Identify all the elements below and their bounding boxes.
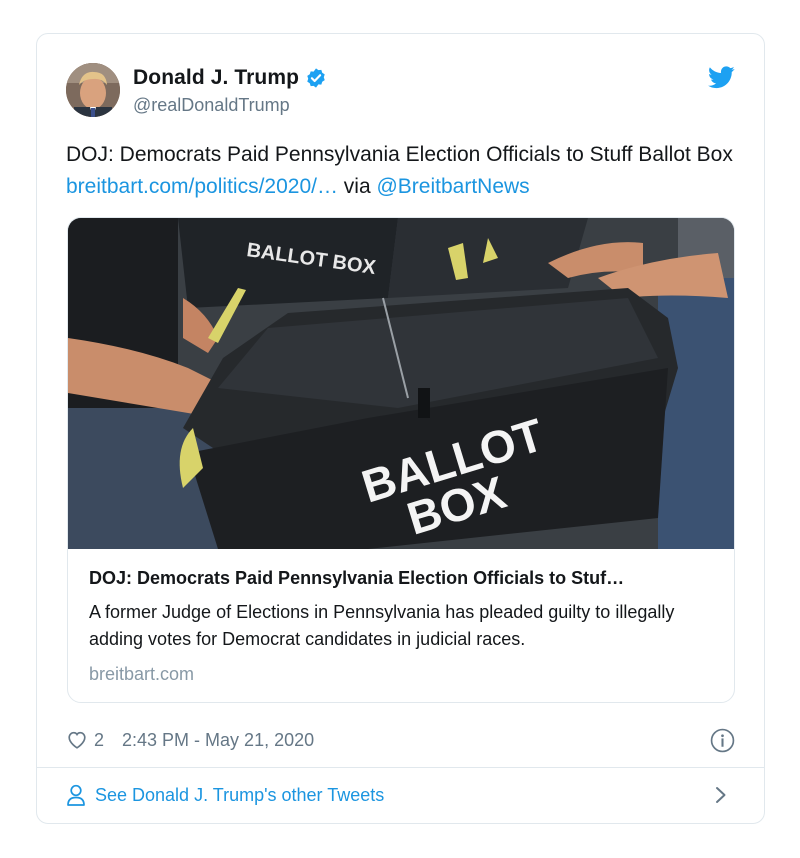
card-domain: breitbart.com: [89, 664, 195, 684]
card-image: BALLOT BOX BALLOT BOX: [68, 218, 734, 549]
see-other-tweets-link[interactable]: See Donald J. Trump's other Tweets: [66, 780, 735, 810]
author-info: Donald J. Trump @realDonaldTrump: [133, 66, 327, 116]
info-icon[interactable]: [710, 728, 735, 753]
display-name[interactable]: Donald J. Trump: [133, 66, 299, 90]
tweet-header: Donald J. Trump @realDonaldTrump: [66, 63, 735, 119]
article-link[interactable]: breitbart.com/politics/2020/…: [66, 175, 338, 198]
tweet-text: DOJ: Democrats Paid Pennsylvania Electio…: [66, 139, 736, 203]
heart-icon[interactable]: [66, 729, 88, 751]
avatar[interactable]: [66, 63, 120, 117]
handle[interactable]: @realDonaldTrump: [133, 95, 327, 116]
person-icon: [67, 784, 85, 806]
verified-badge-icon: [307, 68, 325, 88]
card-description: A former Judge of Elections in Pennsylva…: [89, 602, 675, 649]
via-text: via: [337, 175, 377, 198]
twitter-bird-icon[interactable]: [708, 66, 735, 89]
tweet-meta: 2 2:43 PM - May 21, 2020: [66, 726, 735, 754]
name-row: Donald J. Trump: [133, 66, 327, 90]
divider: [37, 767, 764, 768]
tweet-body: DOJ: Democrats Paid Pennsylvania Electio…: [66, 143, 733, 166]
mention-link[interactable]: @BreitbartNews: [376, 175, 529, 198]
timestamp[interactable]: 2:43 PM - May 21, 2020: [122, 730, 314, 751]
like-count[interactable]: 2: [94, 730, 104, 751]
tweet-embed: Donald J. Trump @realDonaldTrump DOJ: De…: [36, 33, 765, 824]
link-card[interactable]: BALLOT BOX BALLOT BOX DOJ: Democrats Pai…: [67, 217, 735, 703]
chevron-right-icon: [716, 787, 726, 803]
avatar-image: [66, 63, 120, 117]
card-title: DOJ: Democrats Paid Pennsylvania Electio…: [89, 568, 625, 588]
see-other-tweets-label: See Donald J. Trump's other Tweets: [95, 784, 385, 805]
card-body: DOJ: Democrats Paid Pennsylvania Electio…: [89, 568, 713, 685]
